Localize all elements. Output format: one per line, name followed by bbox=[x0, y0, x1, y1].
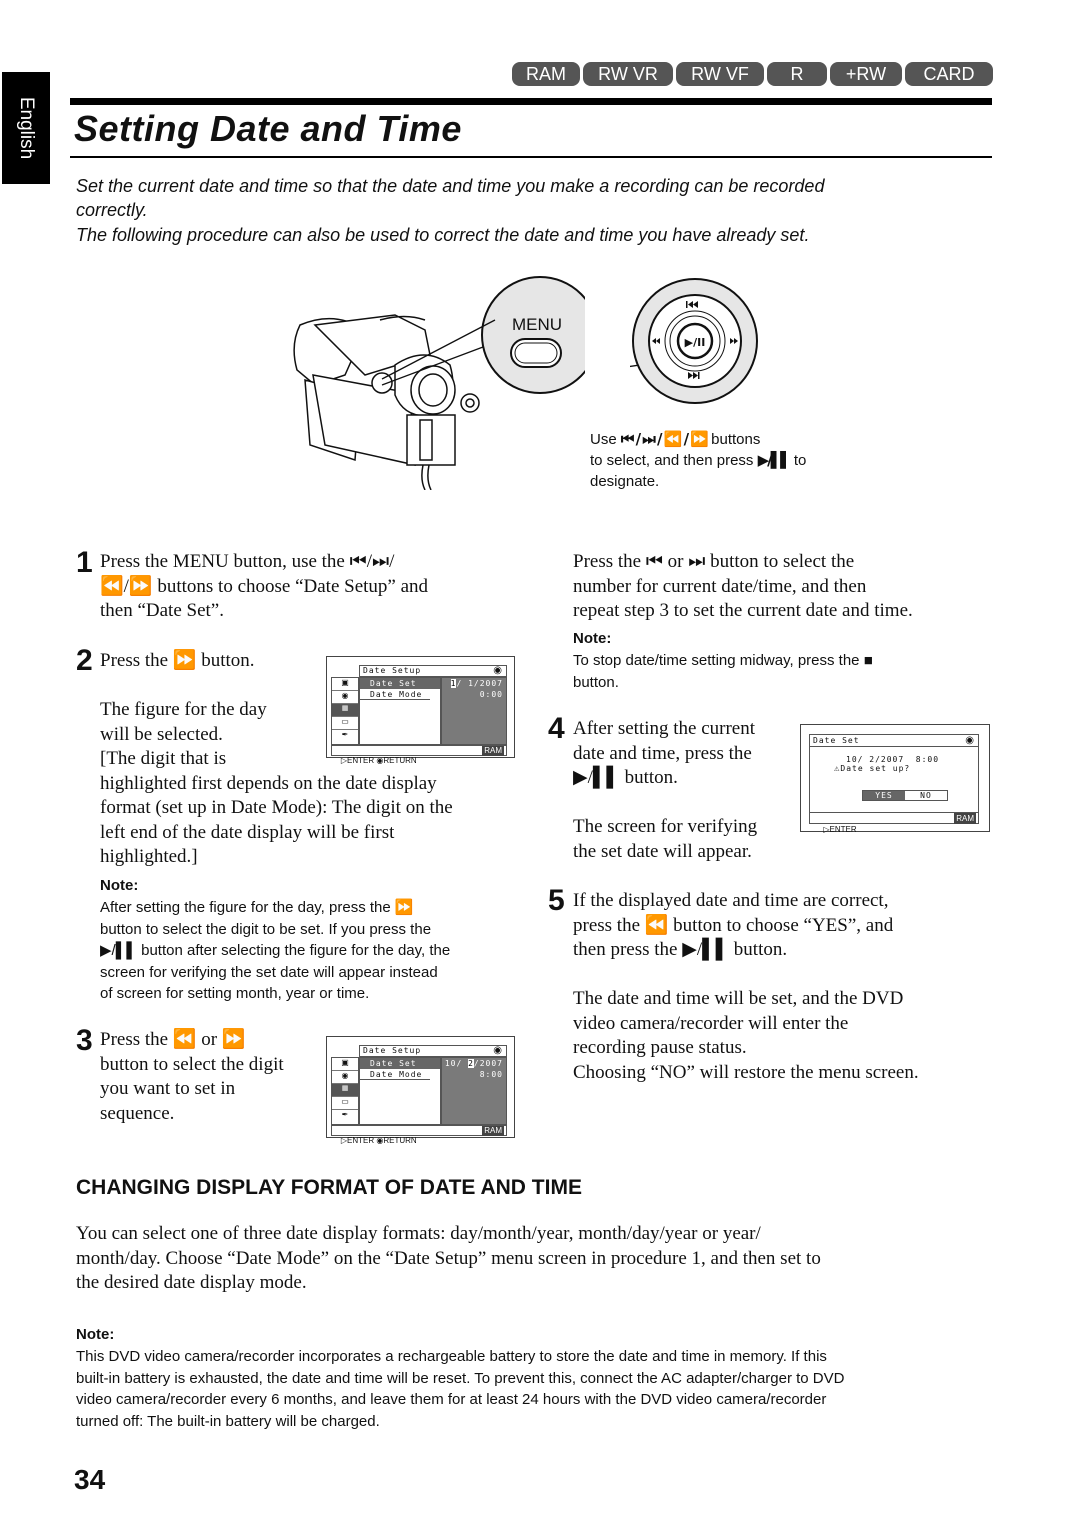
step-1-number: 1 bbox=[76, 546, 93, 579]
lcd-footer: ▷ENTER RAM bbox=[810, 812, 978, 834]
tab-icon-date: ▦ bbox=[332, 704, 358, 717]
lcd-item-date-set: Date Set bbox=[360, 678, 440, 689]
tab-icon-display: ▭ bbox=[332, 717, 358, 730]
tab-icon-disc: ◉ bbox=[332, 1071, 358, 1084]
page-title: Setting Date and Time bbox=[74, 108, 462, 149]
language-label: English bbox=[16, 96, 37, 160]
disc-badge: RAM bbox=[482, 746, 504, 756]
step-3-number: 3 bbox=[76, 1024, 93, 1057]
page-number: 34 bbox=[74, 1464, 106, 1495]
step-3-note-label: Note: bbox=[573, 630, 612, 647]
tab-icon-camera: ▣ bbox=[332, 1058, 358, 1071]
media-badges: RAM RW VR RW VF R +RW CARD bbox=[512, 62, 993, 86]
lcd-footer: ▷ENTER ◉RETURN RAM bbox=[331, 745, 507, 765]
lcd-item-date-set: Date Set bbox=[360, 1058, 440, 1069]
lcd-header: Date Set bbox=[810, 735, 978, 747]
control-dial-illustration: ▶/II bbox=[630, 278, 758, 404]
tab-icon-camera: ▣ bbox=[332, 678, 358, 691]
language-tab: English bbox=[2, 72, 50, 184]
step-2-note-label: Note: bbox=[100, 877, 139, 894]
lcd-item-date-mode: Date Mode bbox=[360, 689, 430, 700]
step-4-description: The screen for verifying the set date wi… bbox=[573, 816, 758, 862]
lcd-time: 8:00 bbox=[479, 1070, 503, 1079]
title-rule-top bbox=[70, 98, 992, 105]
no-option: NO bbox=[920, 791, 932, 800]
step-5-number: 5 bbox=[548, 884, 565, 917]
step-3-text: Press the ⏪ or ⏩ button to select the di… bbox=[100, 1029, 284, 1124]
tab-icon-disc: ◉ bbox=[332, 691, 358, 704]
lcd-screen-date-set-day: Date Setup ◉ ▣ ◉ ▦ ▭ ✒ Date Set Date Mod… bbox=[326, 656, 515, 765]
tab-icon-date: ▦ bbox=[332, 1084, 358, 1097]
badge-rw-vr: RW VR bbox=[583, 62, 673, 86]
illustration-caption: Use ⏮ / ⏭ / ⏪ / ⏩ buttons to select, and… bbox=[590, 430, 807, 490]
step-3-continued: Press the ⏮ or ⏭ button to select the nu… bbox=[573, 551, 913, 621]
badge-ram: RAM bbox=[512, 62, 580, 86]
disc-badge: RAM bbox=[482, 1126, 504, 1136]
lcd-value-panel: 1/ 1/2007 0:00 bbox=[441, 677, 507, 745]
disc-badge: RAM bbox=[954, 813, 976, 824]
section-body: You can select one of three date display… bbox=[76, 1223, 821, 1293]
step-4-number: 4 bbox=[548, 712, 565, 745]
step-4-text: After setting the current date and time,… bbox=[573, 718, 756, 788]
lcd-item-date-mode: Date Mode bbox=[360, 1069, 430, 1080]
tab-icon-wrench: ✒ bbox=[341, 730, 349, 739]
intro-line-3: The following procedure can also be used… bbox=[76, 225, 810, 245]
title-rule-bottom bbox=[70, 156, 992, 158]
step-5-description: The date and time will be set, and the D… bbox=[573, 988, 919, 1083]
step-2-note: After setting the figure for the day, pr… bbox=[100, 899, 451, 1002]
lcd-footer: ▷ENTER ◉RETURN RAM bbox=[331, 1125, 507, 1145]
camera-icon: ◉ bbox=[493, 1045, 502, 1056]
lcd-side-icons: ▣ ◉ ▦ ▭ ✒ bbox=[331, 1057, 359, 1125]
step-3-note: To stop date/time setting midway, press … bbox=[573, 652, 873, 691]
intro-line-1: Set the current date and time so that th… bbox=[76, 176, 825, 196]
intro-line-2: correctly. bbox=[76, 200, 148, 220]
lcd-screen-date-set-month: Date Setup ◉ ▣ ◉ ▦ ▭ ✒ Date Set Date Mod… bbox=[326, 1036, 515, 1145]
badge-rw-vf: RW VF bbox=[676, 62, 764, 86]
step-2-number: 2 bbox=[76, 644, 93, 677]
section-heading: CHANGING DISPLAY FORMAT OF DATE AND TIME bbox=[76, 1176, 582, 1199]
lcd-value-panel: 10/ 2/2007 8:00 bbox=[441, 1057, 507, 1125]
section-note-label: Note: bbox=[76, 1326, 115, 1343]
lcd-side-icons: ▣ ◉ ▦ ▭ ✒ bbox=[331, 677, 359, 745]
badge-r: R bbox=[767, 62, 827, 86]
camera-icon: ◉ bbox=[493, 665, 502, 676]
tab-icon-wrench: ✒ bbox=[341, 1110, 349, 1119]
step-2-text: Press the ⏩ button. bbox=[100, 650, 255, 671]
lcd-header: Date Setup bbox=[363, 1046, 422, 1055]
lcd-header: Date Setup bbox=[363, 666, 422, 675]
section-note: This DVD video camera/recorder incorpora… bbox=[76, 1348, 845, 1430]
badge-card: CARD bbox=[905, 62, 993, 86]
yes-option: YES bbox=[863, 791, 905, 800]
play-pause-icon: ▶/▌▌ bbox=[757, 451, 792, 469]
tab-icon-display: ▭ bbox=[332, 1097, 358, 1110]
badge-plus-rw: +RW bbox=[830, 62, 902, 86]
lcd-datetime: 10/ 2/2007 8:00 bbox=[846, 755, 940, 764]
camera-icon: ◉ bbox=[965, 735, 974, 746]
play-pause-label: ▶/II bbox=[685, 336, 706, 349]
camcorder-illustration: MENU bbox=[293, 276, 585, 490]
lcd-screen-date-confirm: Date Set ◉ 10/ 2/2007 8:00 ⚠Date set up?… bbox=[800, 724, 990, 834]
lcd-time: 0:00 bbox=[479, 690, 503, 699]
skip-and-search-icons: ⏮ / ⏭ / ⏪ / ⏩ bbox=[620, 430, 709, 448]
lcd-question: Date set up? bbox=[840, 764, 911, 773]
menu-label: MENU bbox=[512, 315, 562, 334]
step-5-text: If the displayed date and time are corre… bbox=[573, 890, 894, 960]
step-1-text: Press the MENU button, use the ⏮/⏭/ ⏪/⏩ … bbox=[100, 551, 429, 621]
